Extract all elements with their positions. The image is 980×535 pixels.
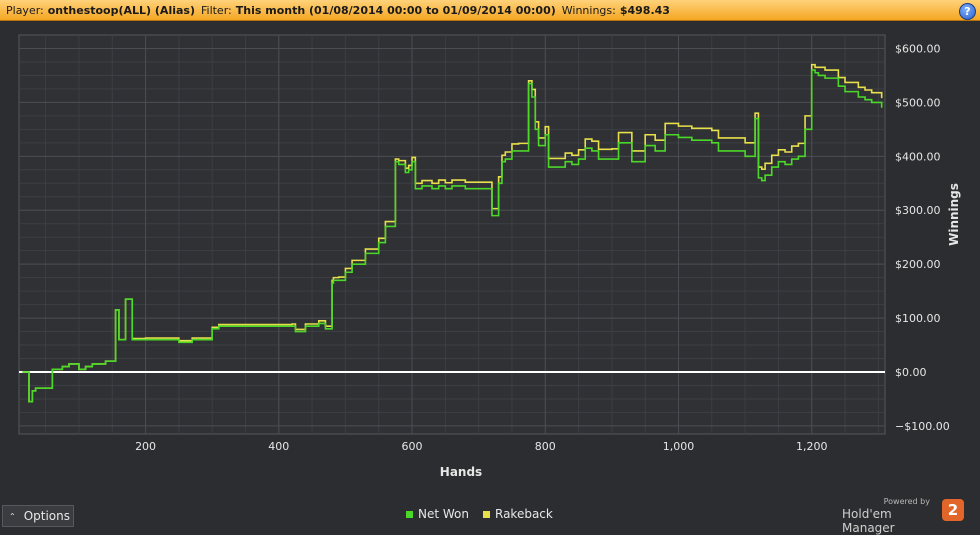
y-tick-label: $600.00	[895, 42, 941, 55]
x-tick-label: 200	[135, 440, 156, 453]
legend-swatch-rakeback	[483, 510, 490, 518]
y-tick-label: $500.00	[895, 96, 941, 109]
options-button[interactable]: ⌃ Options	[2, 505, 74, 527]
branding: Powered by Hold'em Manager 2	[842, 497, 972, 535]
x-tick-label: 600	[402, 440, 423, 453]
y-axis-title: Winnings	[947, 183, 961, 246]
player-label: Player:	[6, 3, 44, 17]
y-tick-label: $300.00	[895, 204, 941, 217]
legend-item-rakeback[interactable]: Rakeback	[483, 507, 553, 521]
winnings-graph: 200 400 600 800 1,000 1,200 −$100.00 $0.00 $100.…	[18, 34, 961, 479]
chart-legend: Net Won Rakeback	[406, 507, 567, 521]
legend-label-net-won: Net Won	[418, 507, 469, 521]
winnings-label: Winnings:	[561, 3, 616, 17]
options-label: Options	[23, 509, 71, 523]
brand-name: Hold'em Manager	[842, 507, 895, 535]
x-tick-label: 400	[268, 440, 289, 453]
filter-header-bar: Player: onthestoop(ALL) (Alias) Filter: …	[0, 0, 980, 21]
powered-by-text: Powered by	[883, 497, 930, 506]
legend-swatch-net-won	[406, 510, 413, 518]
y-tick-label: $200.00	[895, 258, 941, 271]
x-tick-label: 1,000	[663, 440, 695, 453]
help-icon[interactable]: ?	[959, 3, 976, 20]
x-axis-title: Hands	[440, 465, 482, 479]
filter-value[interactable]: This month (01/08/2014 00:00 to 01/09/20…	[236, 4, 556, 17]
y-tick-label: $100.00	[895, 312, 941, 325]
legend-item-net-won[interactable]: Net Won	[406, 507, 469, 521]
legend-label-rakeback: Rakeback	[495, 507, 553, 521]
x-tick-label: 800	[535, 440, 556, 453]
plot-area	[18, 34, 886, 435]
hm2-logo: 2	[942, 499, 964, 521]
x-tick-label: 1,200	[796, 440, 828, 453]
winnings-value: $498.43	[619, 3, 670, 17]
y-tick-label: −$100.00	[895, 420, 950, 433]
y-tick-label: $0.00	[895, 366, 927, 379]
y-tick-label: $400.00	[895, 150, 941, 163]
filter-label: Filter:	[200, 3, 232, 17]
chevron-up-icon: ⌃	[9, 511, 16, 521]
player-value[interactable]: onthestoop(ALL) (Alias)	[48, 4, 195, 17]
